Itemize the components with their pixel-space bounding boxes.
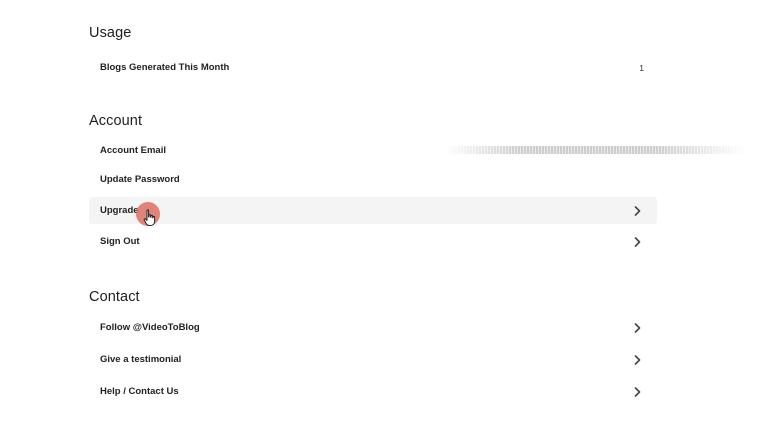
chevron-right-icon [632,354,642,365]
row-label: Upgrade [100,205,139,216]
contact-row-follow[interactable]: Follow @VideoToBlog [89,314,657,341]
row-label: Update Password [100,174,180,185]
account-section-title: Account [89,113,143,129]
row-label: Blogs Generated This Month [100,62,230,73]
chevron-right-icon [632,386,642,397]
row-label: Follow @VideoToBlog [100,322,200,333]
chevron-right-icon [632,322,642,333]
contact-row-testimonial[interactable]: Give a testimonial [89,346,657,373]
contact-section-title: Contact [89,289,140,305]
hand-pointer-icon [143,209,156,226]
usage-section-title: Usage [89,25,132,41]
row-label: Help / Contact Us [100,386,179,397]
row-label: Account Email [100,145,166,156]
usage-row-blogs-generated: Blogs Generated This Month 1 [89,54,657,81]
contact-row-help[interactable]: Help / Contact Us [89,378,657,405]
account-row-update-password[interactable]: Update Password [89,166,657,193]
redacted-email-value [445,146,745,154]
account-row-sign-out[interactable]: Sign Out [89,228,657,255]
chevron-right-icon [632,205,642,216]
row-label: Give a testimonial [100,354,182,365]
row-label: Sign Out [100,236,140,247]
chevron-right-icon [632,236,642,247]
account-row-upgrade[interactable]: Upgrade [89,197,657,224]
blogs-count-value: 1 [639,62,644,73]
